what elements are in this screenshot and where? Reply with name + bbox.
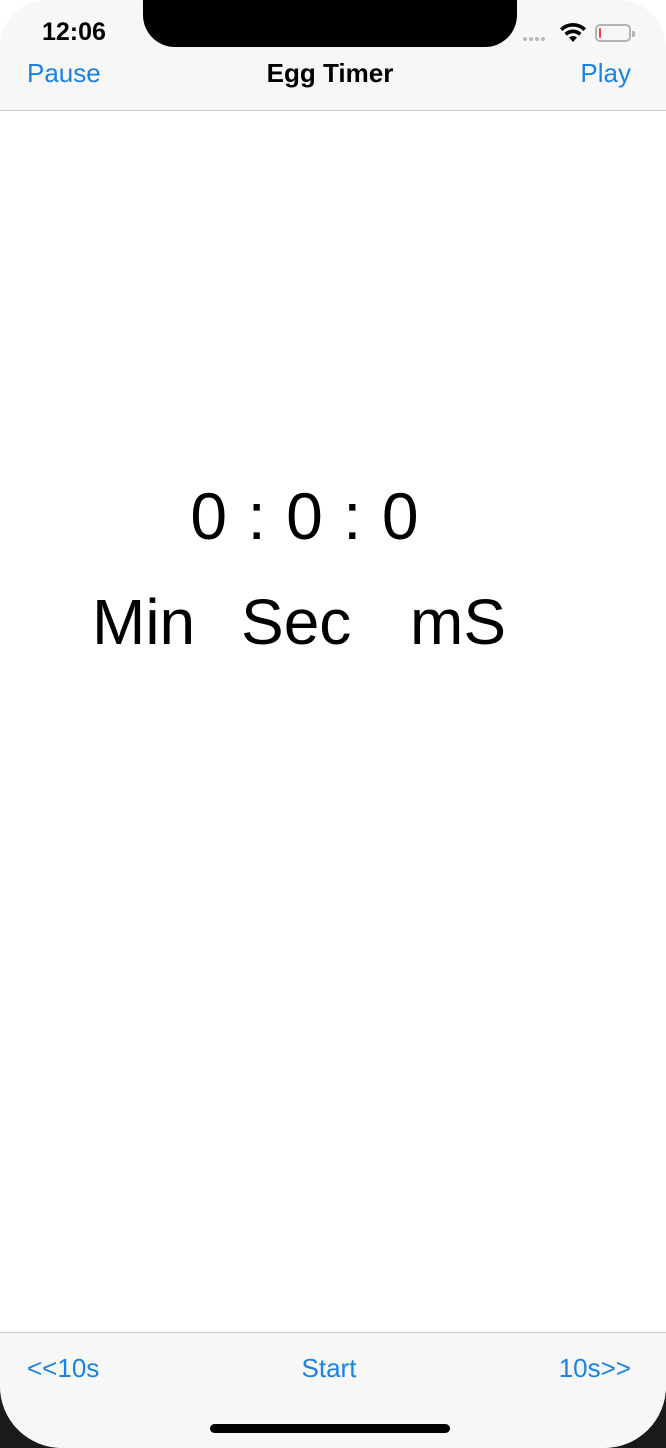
app-screen: 12:06 Pause Egg Timer Play 0 : 0 : 0 Min… (0, 0, 666, 1448)
unit-label-min: Min (92, 586, 196, 658)
forward-10s-button[interactable]: 10s>> (559, 1353, 631, 1384)
timer-readout: 0 : 0 : 0 (190, 479, 420, 553)
unit-label-sec: Sec (241, 586, 352, 658)
wifi-icon (560, 22, 586, 42)
device-notch (143, 0, 517, 47)
battery-icon (595, 24, 635, 42)
play-button[interactable]: Play (580, 58, 631, 89)
signal-dots-icon (523, 37, 545, 41)
unit-labels: Min Sec mS (0, 585, 666, 665)
unit-label-ms: mS (410, 586, 506, 658)
battery-level (599, 28, 601, 38)
page-title: Egg Timer (266, 58, 394, 88)
status-time: 12:06 (42, 18, 106, 46)
home-indicator[interactable] (210, 1424, 450, 1433)
